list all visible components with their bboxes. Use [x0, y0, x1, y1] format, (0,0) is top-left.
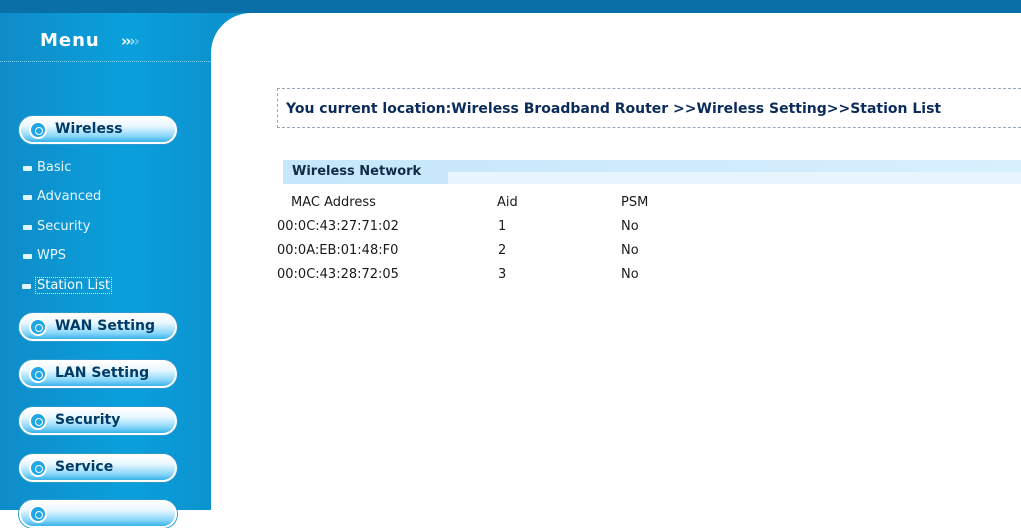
nav-wireless-label: Wireless — [55, 121, 123, 137]
nav-security-label: Security — [55, 412, 121, 428]
table-cell-mac: 00:0A:EB:01:48:F0 — [277, 243, 399, 258]
column-header-psm: PSM — [621, 195, 649, 210]
circle-bullet-icon — [29, 318, 47, 336]
table-cell-mac: 00:0C:43:28:72:05 — [277, 267, 399, 282]
sidebar-item-basic[interactable]: Basic — [23, 160, 71, 175]
circle-bullet-icon — [29, 505, 47, 523]
bullet-icon — [23, 225, 32, 230]
bullet-icon — [23, 254, 32, 259]
nav-wireless-button[interactable]: Wireless — [19, 116, 177, 144]
bullet-icon — [23, 166, 32, 171]
nav-wan-setting-label: WAN Setting — [55, 318, 155, 334]
sidebar-item-station-list[interactable]: Station List — [22, 277, 113, 294]
nav-wan-setting-button[interactable]: WAN Setting — [19, 313, 177, 341]
top-bar — [0, 0, 1021, 13]
table-cell-aid: 3 — [498, 267, 507, 282]
nav-more-button[interactable] — [19, 500, 177, 528]
table-cell-psm: No — [621, 267, 639, 282]
content-corner — [211, 13, 251, 53]
circle-bullet-icon — [29, 412, 47, 430]
menu-title: Menu — [40, 30, 100, 51]
column-header-mac: MAC Address — [291, 195, 376, 210]
section-header: Wireless Network — [283, 160, 1021, 186]
bullet-icon — [22, 284, 31, 289]
menu-header: Menu ›››› — [0, 13, 211, 62]
nav-lan-setting-button[interactable]: LAN Setting — [19, 360, 177, 388]
sidebar-item-wps[interactable]: WPS — [23, 248, 66, 263]
section-header-band — [448, 172, 1021, 184]
sidebar — [0, 13, 211, 510]
nav-service-button[interactable]: Service — [19, 454, 177, 482]
breadcrumb: You current location:Wireless Broadband … — [277, 88, 1021, 128]
circle-bullet-icon — [29, 121, 47, 139]
table-cell-aid: 1 — [498, 219, 507, 234]
sidebar-item-security[interactable]: Security — [23, 219, 90, 234]
circle-bullet-icon — [29, 365, 47, 383]
sidebar-item-advanced[interactable]: Advanced — [23, 189, 101, 204]
nav-security-button[interactable]: Security — [19, 407, 177, 435]
table-cell-aid: 2 — [498, 243, 507, 258]
table-cell-mac: 00:0C:43:27:71:02 — [277, 219, 399, 234]
table-cell-psm: No — [621, 243, 639, 258]
section-title: Wireless Network — [292, 164, 422, 179]
nav-lan-setting-label: LAN Setting — [55, 365, 150, 381]
bullet-icon — [23, 195, 32, 200]
column-header-aid: Aid — [497, 195, 518, 210]
circle-bullet-icon — [29, 459, 47, 477]
menu-arrows-icon: ›››› — [121, 32, 140, 50]
breadcrumb-text: You current location:Wireless Broadband … — [286, 101, 942, 117]
nav-service-label: Service — [55, 459, 114, 475]
table-cell-psm: No — [621, 219, 639, 234]
